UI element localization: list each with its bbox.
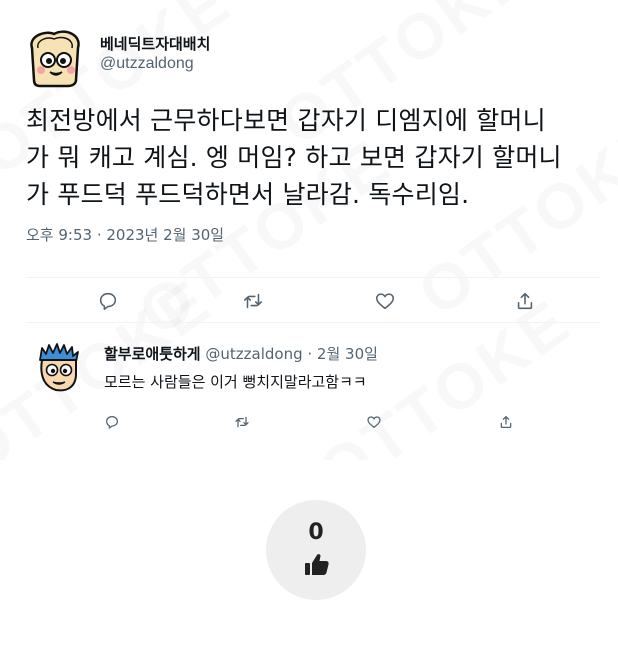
user-handle[interactable]: @utzzaldong (100, 54, 210, 74)
cartoon-avatar[interactable] (34, 342, 84, 394)
like-count: 0 (308, 520, 324, 545)
tweet-text-line: 최전방에서 근무하다보면 갑자기 디엠지에 할머니 (26, 106, 546, 135)
tweet-header: 베네딕트자대배치 @utzzaldong (26, 26, 600, 88)
retweet-icon[interactable] (234, 414, 250, 430)
reply-tweet: 할부로애툿하게 @utzzaldong · 2월 30일 모르는 사람들은 이거… (26, 330, 600, 450)
tweet-timestamp[interactable]: 오후 9:53 · 2023년 2월 30일 (26, 225, 600, 245)
reply-icon[interactable] (104, 414, 120, 430)
retweet-icon[interactable] (242, 290, 264, 312)
tweet-text-line: 가 푸드덕 푸드덕하면서 날라감. 독수리임. (26, 180, 470, 209)
display-name[interactable]: 베네딕트자대배치 (100, 34, 210, 54)
reply-header: 할부로애툿하게 @utzzaldong · 2월 30일 (104, 344, 378, 364)
heart-icon[interactable] (366, 414, 382, 430)
heart-icon[interactable] (374, 290, 396, 312)
thumbs-up-icon (305, 554, 329, 575)
tweet-text-line: 가 뭐 캐고 계심. 엥 머임? 하고 보면 갑자기 할머니 (26, 143, 562, 172)
reply-text: 모르는 사람들은 이거 뻥치지말라고함ㅋㅋ (104, 373, 367, 391)
main-tweet: 베네딕트자대배치 @utzzaldong 최전방에서 근무하다보면 갑자기 디엠… (26, 26, 600, 245)
share-icon[interactable] (514, 290, 536, 312)
like-button[interactable]: 0 (266, 500, 366, 600)
share-icon[interactable] (498, 414, 514, 430)
tweet-action-bar (26, 277, 600, 323)
reply-handle-date[interactable]: @utzzaldong · 2월 30일 (205, 345, 378, 363)
reply-icon[interactable] (97, 290, 119, 312)
tweet-text: 최전방에서 근무하다보면 갑자기 디엠지에 할머니 가 뭐 캐고 계심. 엥 머… (26, 102, 606, 213)
bread-avatar[interactable] (24, 26, 86, 88)
reply-display-name[interactable]: 할부로애툿하게 (104, 345, 201, 363)
